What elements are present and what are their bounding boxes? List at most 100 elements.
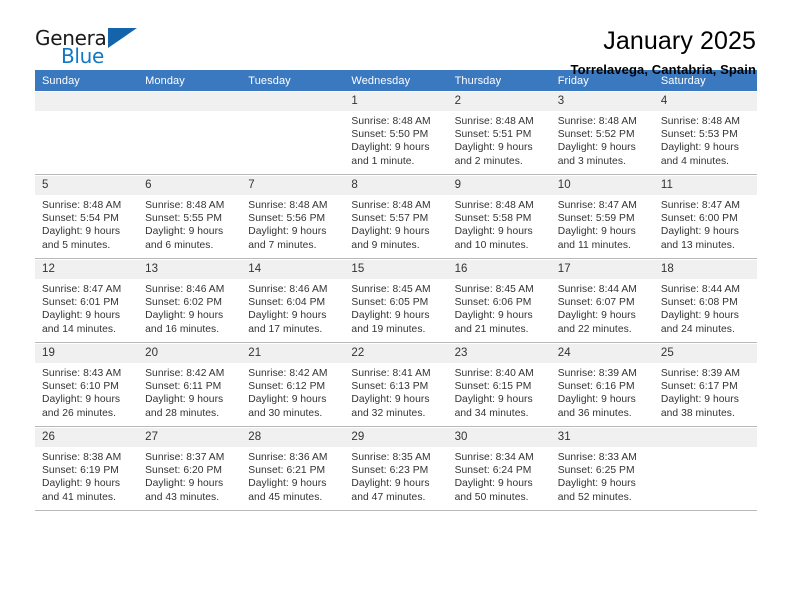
daylight-duration-line: Daylight: 9 hours [248,478,327,490]
day-cell-inner: 1 Sunrise: 8:48 AM Sunset: 5:50 PM Daylight… [344,92,448,175]
sunset-time: Sunset: 6:06 PM [454,297,532,309]
day-details: Sunrise: 8:48 AM Sunset: 5:52 PM Daylight:… [551,111,654,168]
daylight-duration-line: Daylight: 9 hours [454,142,533,154]
day-details: Sunrise: 8:37 AM Sunset: 6:20 PM Daylight:… [138,447,241,504]
day-cell-inner: 28 Sunrise: 8:36 AM Sunset: 6:21 PM Dayligh… [241,428,345,511]
logo-triangle-icon [108,28,137,48]
sunset-time: Sunset: 5:54 PM [42,213,119,225]
calendar-day-cell[interactable]: 27 Sunrise: 8:37 AM Sunset: 6:20 PM Dayligh… [138,427,242,511]
day-cell-inner: 27 Sunrise: 8:37 AM Sunset: 6:20 PM Dayligh… [138,428,242,511]
day-number [653,428,757,447]
calendar-day-cell[interactable]: 18 Sunrise: 8:44 AM Sunset: 6:08 PM Dayligh… [653,259,757,344]
sunrise-sunset-calendar: Sunday Monday Tuesday Wednesday Thursday Frid… [35,70,757,511]
day-number: 14 [241,260,345,279]
calendar-day-cell[interactable]: 21 Sunrise: 8:42 AM Sunset: 6:12 PM Dayligh… [241,343,345,428]
calendar-body: 1 Sunrise: 8:48 AM Sunset: 5:50 PM Daylight… [35,91,757,511]
calendar-day-cell[interactable]: 30 Sunrise: 8:34 AM Sunset: 6:24 PM Dayligh… [447,427,551,511]
calendar-day-cell[interactable]: 20 Sunrise: 8:42 AM Sunset: 6:11 PM Dayligh… [138,343,242,428]
daylight-duration-line: and 28 minutes. [145,407,220,419]
day-details: Sunrise: 8:41 AM Sunset: 6:13 PM Daylight:… [344,363,447,420]
calendar-day-cell[interactable]: 12 Sunrise: 8:47 AM Sunset: 6:01 PM Dayligh… [35,259,139,344]
day-cell-inner: 9 Sunrise: 8:48 AM Sunset: 5:58 PM Daylight… [447,176,551,259]
calendar-day-cell[interactable]: 31 Sunrise: 8:33 AM Sunset: 6:25 PM Dayligh… [550,427,654,511]
calendar-day-cell[interactable]: 23 Sunrise: 8:40 AM Sunset: 6:15 PM Dayligh… [447,343,551,428]
calendar-day-cell[interactable]: 4 Sunrise: 8:48 AM Sunset: 5:53 PM Daylight… [653,91,757,176]
page-header: General Blue January 2025 Torrelavega, C… [35,0,757,77]
calendar-week-row: 5 Sunrise: 8:48 AM Sunset: 5:54 PM Daylight… [35,175,757,260]
daylight-duration-line: Daylight: 9 hours [660,310,739,322]
daylight-duration-line: Daylight: 9 hours [145,478,224,490]
daylight-duration-line: Daylight: 9 hours [42,478,121,490]
calendar-day-cell[interactable]: 11 Sunrise: 8:47 AM Sunset: 6:00 PM Dayligh… [653,175,757,260]
calendar-day-cell[interactable]: 26 Sunrise: 8:38 AM Sunset: 6:19 PM Dayligh… [35,427,139,511]
sunset-time: Sunset: 6:21 PM [248,465,326,477]
day-number [35,92,139,111]
general-blue-logo[interactable]: General Blue [35,26,143,70]
calendar-day-cell[interactable]: 13 Sunrise: 8:46 AM Sunset: 6:02 PM Dayligh… [138,259,242,344]
day-number: 16 [447,260,551,279]
sunrise-time: Sunrise: 8:36 AM [248,452,328,463]
calendar-day-cell[interactable]: 19 Sunrise: 8:43 AM Sunset: 6:10 PM Dayligh… [35,343,139,428]
day-details: Sunrise: 8:47 AM Sunset: 6:01 PM Daylight:… [35,279,138,336]
sunset-time: Sunset: 6:05 PM [351,297,429,309]
day-details: Sunrise: 8:48 AM Sunset: 5:57 PM Daylight:… [344,195,447,252]
daylight-duration-line: Daylight: 9 hours [660,394,739,406]
calendar-day-cell-empty [138,91,242,176]
daylight-duration-line: and 10 minutes. [454,239,529,251]
sunrise-time: Sunrise: 8:33 AM [557,452,637,463]
calendar-day-cell[interactable]: 5 Sunrise: 8:48 AM Sunset: 5:54 PM Daylight… [35,175,139,260]
calendar-day-cell[interactable]: 15 Sunrise: 8:45 AM Sunset: 6:05 PM Dayligh… [344,259,448,344]
weekday-header-sunday: Sunday [35,70,139,92]
day-cell-inner: 5 Sunrise: 8:48 AM Sunset: 5:54 PM Daylight… [35,176,139,259]
day-cell-inner: 13 Sunrise: 8:46 AM Sunset: 6:02 PM Dayligh… [138,260,242,343]
sunrise-time: Sunrise: 8:48 AM [42,200,122,211]
calendar-day-cell[interactable]: 22 Sunrise: 8:41 AM Sunset: 6:13 PM Dayligh… [344,343,448,428]
sunrise-time: Sunrise: 8:47 AM [660,200,741,211]
day-details: Sunrise: 8:34 AM Sunset: 6:24 PM Daylight:… [448,447,551,504]
daylight-duration-line: and 38 minutes. [660,407,735,419]
sunrise-time: Sunrise: 8:48 AM [454,116,534,127]
day-details: Sunrise: 8:40 AM Sunset: 6:15 PM Daylight:… [448,363,551,420]
calendar-day-cell[interactable]: 24 Sunrise: 8:39 AM Sunset: 6:16 PM Dayligh… [550,343,654,428]
day-cell-inner: 29 Sunrise: 8:35 AM Sunset: 6:23 PM Dayligh… [344,428,448,511]
calendar-day-cell[interactable]: 16 Sunrise: 8:45 AM Sunset: 6:06 PM Dayligh… [447,259,551,344]
calendar-day-cell[interactable]: 9 Sunrise: 8:48 AM Sunset: 5:58 PM Daylight… [447,175,551,260]
daylight-duration-line: and 16 minutes. [145,323,220,335]
weekday-header-monday: Monday [138,70,242,92]
day-number: 19 [35,344,139,363]
day-cell-inner: 16 Sunrise: 8:45 AM Sunset: 6:06 PM Dayligh… [447,260,551,343]
calendar-day-cell[interactable]: 8 Sunrise: 8:48 AM Sunset: 5:57 PM Daylight… [344,175,448,260]
daylight-duration-line: Daylight: 9 hours [351,394,430,406]
sunset-time: Sunset: 6:07 PM [557,297,635,309]
calendar-week-row: 12 Sunrise: 8:47 AM Sunset: 6:01 PM Dayligh… [35,259,757,344]
day-details: Sunrise: 8:42 AM Sunset: 6:12 PM Daylight:… [241,363,344,420]
day-cell-inner: 8 Sunrise: 8:48 AM Sunset: 5:57 PM Daylight… [344,176,448,259]
calendar-day-cell[interactable]: 6 Sunrise: 8:48 AM Sunset: 5:55 PM Daylight… [138,175,242,260]
calendar-week-row: 19 Sunrise: 8:43 AM Sunset: 6:10 PM Dayligh… [35,343,757,428]
sunrise-time: Sunrise: 8:41 AM [351,368,431,379]
day-details: Sunrise: 8:38 AM Sunset: 6:19 PM Daylight:… [35,447,138,504]
calendar-day-cell[interactable]: 10 Sunrise: 8:47 AM Sunset: 5:59 PM Dayligh… [550,175,654,260]
day-details: Sunrise: 8:33 AM Sunset: 6:25 PM Daylight:… [551,447,654,504]
day-number: 6 [138,176,242,195]
calendar-day-cell[interactable]: 3 Sunrise: 8:48 AM Sunset: 5:52 PM Daylight… [550,91,654,176]
calendar-day-cell[interactable]: 1 Sunrise: 8:48 AM Sunset: 5:50 PM Daylight… [344,91,448,176]
calendar-day-cell[interactable]: 14 Sunrise: 8:46 AM Sunset: 6:04 PM Dayligh… [241,259,345,344]
daylight-duration-line: Daylight: 9 hours [145,226,224,238]
daylight-duration-line: Daylight: 9 hours [660,226,739,238]
day-number: 20 [138,344,242,363]
calendar-day-cell[interactable]: 28 Sunrise: 8:36 AM Sunset: 6:21 PM Dayligh… [241,427,345,511]
day-details: Sunrise: 8:35 AM Sunset: 6:23 PM Daylight:… [344,447,447,504]
calendar-day-cell[interactable]: 17 Sunrise: 8:44 AM Sunset: 6:07 PM Dayligh… [550,259,654,344]
day-details: Sunrise: 8:46 AM Sunset: 6:04 PM Daylight:… [241,279,344,336]
calendar-day-cell[interactable]: 2 Sunrise: 8:48 AM Sunset: 5:51 PM Daylight… [447,91,551,176]
daylight-duration-line: and 14 minutes. [42,323,117,335]
day-number: 12 [35,260,139,279]
calendar-day-cell[interactable]: 29 Sunrise: 8:35 AM Sunset: 6:23 PM Dayligh… [344,427,448,511]
day-number: 2 [447,92,551,111]
calendar-day-cell[interactable]: 25 Sunrise: 8:39 AM Sunset: 6:17 PM Dayligh… [653,343,757,428]
sunrise-time: Sunrise: 8:45 AM [454,284,534,295]
day-cell-inner: 25 Sunrise: 8:39 AM Sunset: 6:17 PM Dayligh… [653,344,757,427]
daylight-duration-line: and 5 minutes. [42,239,111,251]
calendar-day-cell[interactable]: 7 Sunrise: 8:48 AM Sunset: 5:56 PM Daylight… [241,175,345,260]
